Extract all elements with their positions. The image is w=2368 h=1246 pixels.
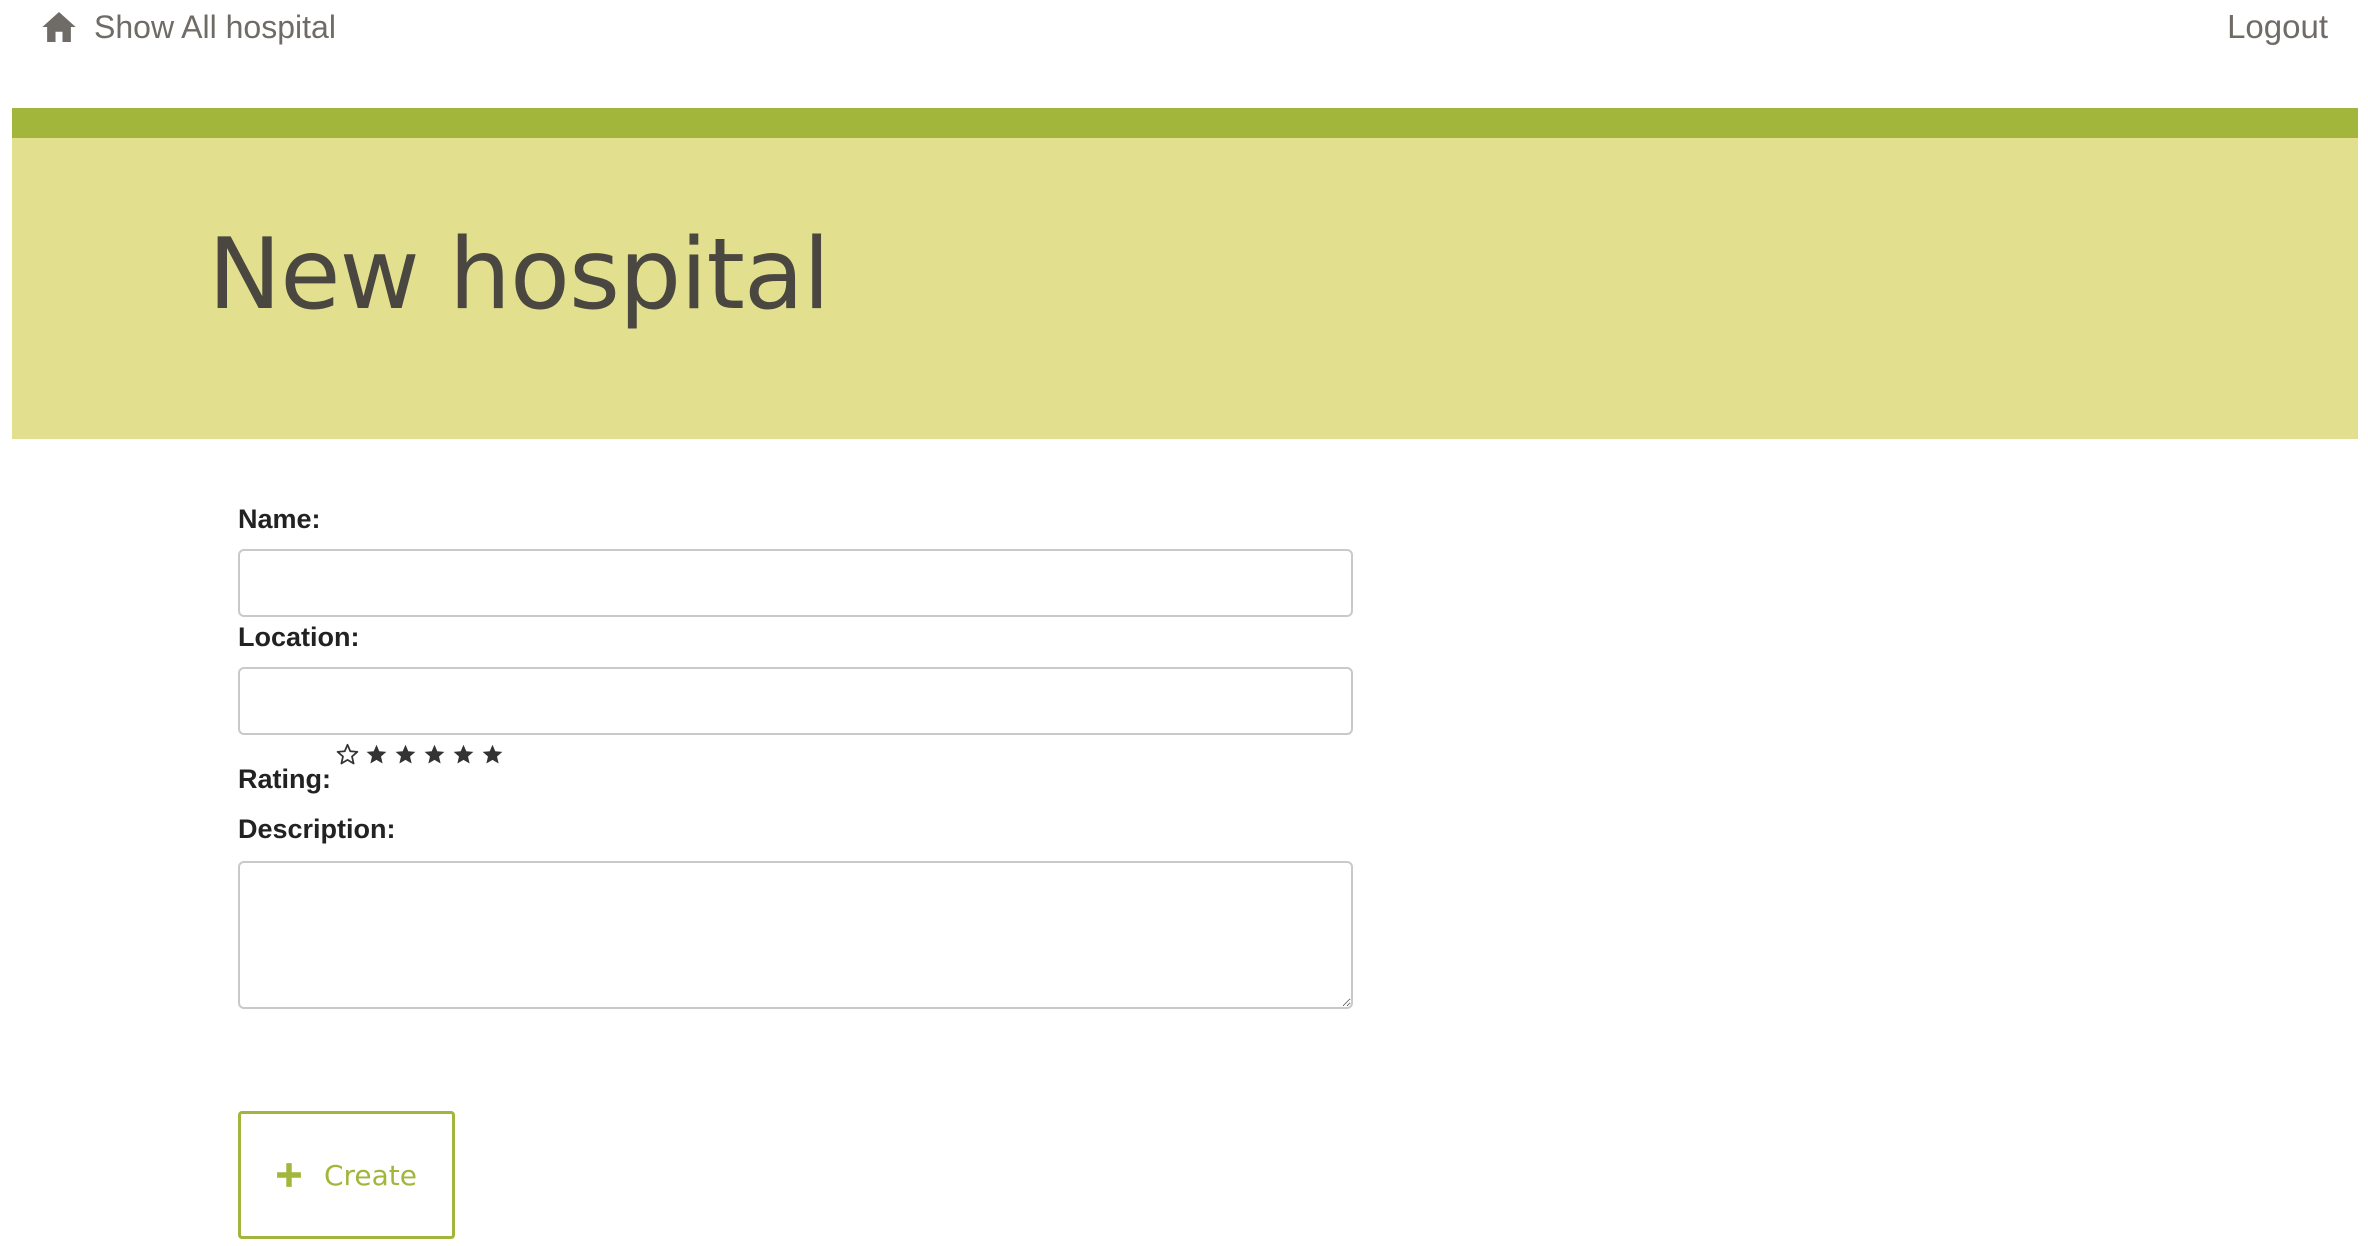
create-button-label: Create <box>323 1158 418 1192</box>
star-icon[interactable] <box>481 743 504 766</box>
show-all-hospital-label: Show All hospital <box>94 8 336 45</box>
plus-icon <box>276 1162 302 1188</box>
location-label: Location: <box>238 622 360 652</box>
star-outline-icon[interactable] <box>336 743 359 766</box>
show-all-hospital-link[interactable]: Show All hospital <box>40 3 336 51</box>
star-icon[interactable] <box>452 743 475 766</box>
star-icon[interactable] <box>365 743 388 766</box>
name-input[interactable] <box>238 549 1353 617</box>
rating-stars <box>336 743 504 766</box>
description-label: Description: <box>238 814 396 844</box>
page-header: New hospital <box>12 108 2358 439</box>
description-textarea[interactable] <box>238 861 1353 1009</box>
rating-label: Rating: <box>238 764 331 794</box>
star-icon[interactable] <box>423 743 446 766</box>
page-title: New hospital <box>208 218 830 332</box>
logout-link[interactable]: Logout <box>2227 3 2328 51</box>
name-label: Name: <box>238 504 321 534</box>
star-icon[interactable] <box>394 743 417 766</box>
location-input[interactable] <box>238 667 1353 735</box>
home-icon <box>40 8 78 46</box>
create-button[interactable]: Create <box>238 1111 455 1239</box>
top-nav: Show All hospital Logout <box>0 0 2368 108</box>
header-accent-stripe <box>12 108 2358 138</box>
